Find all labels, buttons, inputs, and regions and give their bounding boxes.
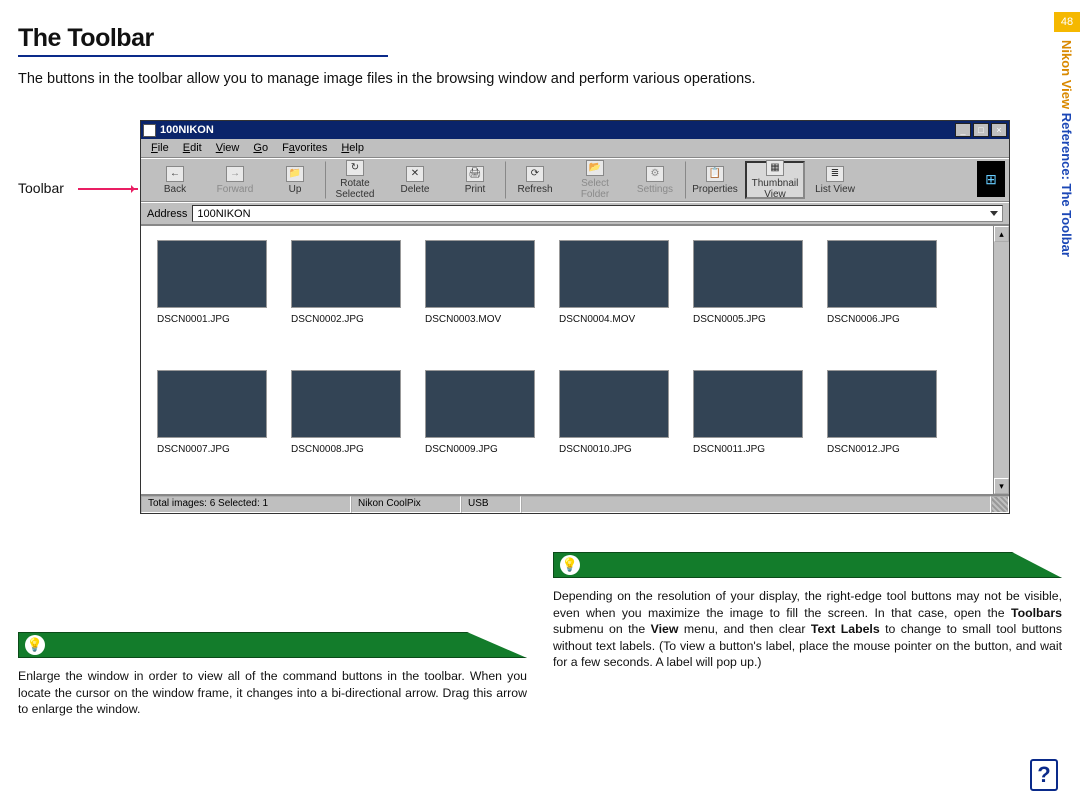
tip-text: Enlarge the window in order to view all … xyxy=(18,668,527,718)
scrollbar[interactable]: ▴ ▾ xyxy=(993,226,1009,494)
tip-header: 💡 xyxy=(553,552,1062,578)
thumbnail-icon: ▦ xyxy=(766,160,784,176)
rotate-icon: ↻ xyxy=(346,160,364,176)
thumbnail-image xyxy=(425,370,535,438)
thumbnail-image xyxy=(827,370,937,438)
toolbar: ←Back →Forward 📁Up ↻Rotate Selected ✕Del… xyxy=(141,158,1009,202)
properties-button[interactable]: 📋Properties xyxy=(685,161,745,199)
forward-icon: → xyxy=(226,166,244,182)
side-label: Nikon View Reference: The Toolbar xyxy=(1054,32,1079,265)
thumbnail-image xyxy=(157,370,267,438)
refresh-button[interactable]: ⟳Refresh xyxy=(505,161,565,199)
list-item[interactable]: DSCN0005.JPG xyxy=(693,240,803,350)
gear-icon: ⚙ xyxy=(646,166,664,182)
status-empty xyxy=(521,496,991,513)
print-button[interactable]: 🖨Print xyxy=(445,161,505,199)
list-item[interactable]: DSCN0009.JPG xyxy=(425,370,535,480)
dropdown-icon[interactable] xyxy=(990,211,998,216)
intro-text: The buttons in the toolbar allow you to … xyxy=(18,71,1020,87)
tip-text: Depending on the resolution of your disp… xyxy=(553,588,1062,671)
thumbnail-image xyxy=(559,240,669,308)
list-item[interactable]: DSCN0008.JPG xyxy=(291,370,401,480)
thumbnail-view-button[interactable]: ▦Thumbnail View xyxy=(745,161,805,199)
list-item[interactable]: DSCN0011.JPG xyxy=(693,370,803,480)
status-images: Total images: 6 Selected: 1 xyxy=(141,496,351,513)
minimize-button[interactable]: _ xyxy=(955,123,971,137)
thumbnail-image xyxy=(425,240,535,308)
status-device: Nikon CoolPix xyxy=(351,496,461,513)
forward-button[interactable]: →Forward xyxy=(205,161,265,199)
scroll-track[interactable] xyxy=(994,242,1009,478)
list-item[interactable]: DSCN0003.MOV xyxy=(425,240,535,350)
print-icon: 🖨 xyxy=(466,166,484,182)
scroll-up-icon[interactable]: ▴ xyxy=(994,226,1009,242)
status-bar: Total images: 6 Selected: 1 Nikon CoolPi… xyxy=(141,495,1009,513)
list-item[interactable]: DSCN0002.JPG xyxy=(291,240,401,350)
bulb-icon: 💡 xyxy=(25,635,45,655)
up-icon: 📁 xyxy=(286,166,304,182)
menu-edit[interactable]: Edit xyxy=(179,141,206,155)
menu-file[interactable]: File xyxy=(147,141,173,155)
list-item[interactable]: DSCN0010.JPG xyxy=(559,370,669,480)
refresh-icon: ⟳ xyxy=(526,166,544,182)
menu-bar: File Edit View Go Favorites Help xyxy=(141,139,1009,158)
thumbnail-image xyxy=(291,240,401,308)
list-icon: ≣ xyxy=(826,166,844,182)
windows-flag-icon: ⊞ xyxy=(977,161,1005,197)
tip-right: 💡 Depending on the resolution of your di… xyxy=(553,592,1062,718)
delete-button[interactable]: ✕Delete xyxy=(385,161,445,199)
list-item[interactable]: DSCN0012.JPG xyxy=(827,370,937,480)
properties-icon: 📋 xyxy=(706,166,724,182)
settings-button[interactable]: ⚙Settings xyxy=(625,161,685,199)
maximize-button[interactable]: □ xyxy=(973,123,989,137)
list-item[interactable]: DSCN0007.JPG xyxy=(157,370,267,480)
page-title: The Toolbar xyxy=(18,24,1020,53)
address-value: 100NIKON xyxy=(197,208,250,220)
list-item[interactable]: DSCN0006.JPG xyxy=(827,240,937,350)
title-bar[interactable]: 100NIKON _ □ × xyxy=(141,121,1009,139)
app-icon xyxy=(143,124,156,137)
thumbnail-image xyxy=(693,240,803,308)
back-button[interactable]: ←Back xyxy=(145,161,205,199)
select-folder-button[interactable]: 📂Select Folder xyxy=(565,161,625,199)
tip-header: 💡 xyxy=(18,632,527,658)
menu-go[interactable]: Go xyxy=(249,141,272,155)
page-tab: 48 Nikon View Reference: The Toolbar xyxy=(1054,12,1080,352)
menu-help[interactable]: Help xyxy=(337,141,368,155)
list-item[interactable]: DSCN0001.JPG xyxy=(157,240,267,350)
up-button[interactable]: 📁Up xyxy=(265,161,325,199)
toolbar-callout-label: Toolbar xyxy=(18,180,64,196)
menu-favorites[interactable]: Favorites xyxy=(278,141,331,155)
resize-grip[interactable] xyxy=(991,496,1009,513)
callout-arrow xyxy=(78,188,138,190)
help-icon[interactable]: ? xyxy=(1030,759,1058,791)
status-connection: USB xyxy=(461,496,521,513)
delete-icon: ✕ xyxy=(406,166,424,182)
thumbnail-image xyxy=(291,370,401,438)
address-bar: Address 100NIKON xyxy=(141,202,1009,225)
menu-view[interactable]: View xyxy=(212,141,244,155)
thumbnail-image xyxy=(693,370,803,438)
thumbnail-pane[interactable]: DSCN0001.JPG DSCN0002.JPG DSCN0003.MOV D… xyxy=(141,225,1009,495)
address-field[interactable]: 100NIKON xyxy=(192,205,1003,222)
address-label: Address xyxy=(147,208,187,220)
tip-left: 💡 Enlarge the window in order to view al… xyxy=(18,632,527,718)
list-item[interactable]: DSCN0004.MOV xyxy=(559,240,669,350)
thumbnail-image xyxy=(559,370,669,438)
back-icon: ← xyxy=(166,166,184,182)
bulb-icon: 💡 xyxy=(560,555,580,575)
rotate-button[interactable]: ↻Rotate Selected xyxy=(325,161,385,199)
window-title: 100NIKON xyxy=(160,124,214,136)
title-underline xyxy=(18,55,388,57)
thumbnail-image xyxy=(827,240,937,308)
app-window: 100NIKON _ □ × File Edit View Go Favorit… xyxy=(140,120,1010,514)
list-view-button[interactable]: ≣List View xyxy=(805,161,865,199)
close-button[interactable]: × xyxy=(991,123,1007,137)
scroll-down-icon[interactable]: ▾ xyxy=(994,478,1009,494)
page-number: 48 xyxy=(1054,12,1080,32)
thumbnail-image xyxy=(157,240,267,308)
folder-icon: 📂 xyxy=(586,160,604,176)
